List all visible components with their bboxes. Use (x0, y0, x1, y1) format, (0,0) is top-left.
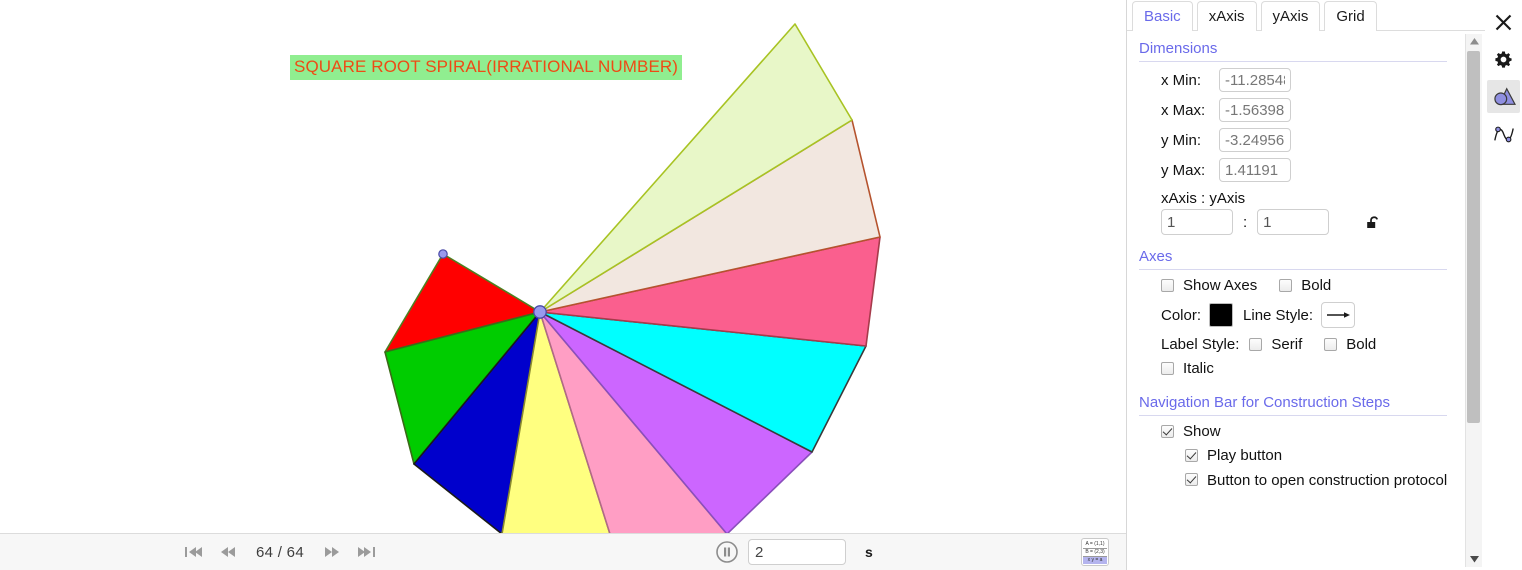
right-icon-toolbar (1485, 0, 1522, 570)
settings-panel-body: Dimensions x Min: x Max: y Min: y Max: (1127, 31, 1485, 570)
animation-duration-input[interactable] (747, 539, 846, 565)
spiral-outer-point[interactable] (438, 249, 448, 259)
scrollbar-track[interactable] (1466, 49, 1482, 552)
unlock-icon[interactable] (1365, 214, 1382, 231)
graphics-view-icon[interactable] (1487, 80, 1520, 113)
next-step-icon[interactable] (319, 539, 345, 565)
label-style-label: Label Style: (1161, 336, 1240, 353)
last-step-icon[interactable] (354, 539, 380, 565)
spiral-title-label[interactable]: SQUARE ROOT SPIRAL(IRRATIONAL NUMBER) (290, 55, 683, 80)
cp-line-3: x y = a (1083, 556, 1107, 564)
nav-play-button-label: Play button (1207, 447, 1283, 464)
serif-checkbox[interactable] (1249, 338, 1263, 351)
label-bold-label: Bold (1346, 336, 1377, 353)
construction-navigation-bar: 64 / 64 s (0, 533, 1126, 570)
x-min-input[interactable] (1219, 68, 1291, 92)
gear-icon[interactable] (1487, 43, 1520, 76)
construction-protocol-button[interactable]: A = (1,1) B = (2,3) x y = a (1081, 538, 1109, 566)
tab-yaxis[interactable]: yAxis (1260, 1, 1321, 31)
row-label-style: Label Style: Serif Bold (1161, 336, 1465, 353)
field-y-max: y Max: (1161, 158, 1465, 182)
graphics-settings-panel: Basic xAxis yAxis Grid Dimensions x Min:… (1127, 0, 1485, 570)
label-bold-checkbox[interactable] (1324, 338, 1338, 351)
step-counter: 64 / 64 (256, 543, 304, 561)
italic-label: Italic (1183, 360, 1214, 377)
x-max-label: x Max: (1161, 101, 1206, 119)
nav-play-button-checkbox[interactable] (1185, 449, 1198, 462)
playback-controls: s (715, 539, 873, 565)
axis-color-label: Color: (1161, 306, 1202, 324)
pause-button[interactable] (715, 540, 739, 564)
ratio-y-input[interactable] (1257, 209, 1330, 235)
row-axis-color: Color: Line Style: (1161, 302, 1465, 328)
ratio-separator: : (1243, 213, 1248, 231)
cp-line-1: A = (1,1) (1083, 541, 1107, 549)
show-axes-checkbox[interactable] (1161, 279, 1174, 292)
field-y-min: y Min: (1161, 128, 1465, 152)
section-heading-dimensions: Dimensions (1139, 35, 1447, 62)
tab-basic[interactable]: Basic (1132, 1, 1193, 31)
italic-checkbox[interactable] (1161, 362, 1174, 375)
y-min-input[interactable] (1219, 128, 1291, 152)
y-max-input[interactable] (1219, 158, 1291, 182)
x-min-label: x Min: (1161, 71, 1202, 89)
row-nav-play-button: Play button (1185, 447, 1465, 464)
settings-scrollbar[interactable] (1465, 34, 1482, 567)
field-x-max: x Max: (1161, 98, 1465, 122)
axis-ratio-caption: xAxis : yAxis (1161, 190, 1246, 207)
tab-xaxis[interactable]: xAxis (1196, 1, 1257, 31)
close-icon[interactable] (1487, 6, 1520, 39)
serif-label: Serif (1271, 336, 1303, 353)
ratio-x-input[interactable] (1161, 209, 1233, 235)
row-show-axes: Show Axes Bold (1161, 277, 1465, 294)
cp-line-2: B = (2,3) (1083, 549, 1107, 557)
spiral-center-point[interactable] (533, 305, 547, 319)
navigation-step-controls: 64 / 64 (180, 539, 380, 565)
y-max-label: y Max: (1161, 161, 1206, 179)
nav-protocol-button-label: Button to open construction protocol (1207, 472, 1448, 489)
x-max-input[interactable] (1219, 98, 1291, 122)
scrollbar-thumb[interactable] (1466, 51, 1480, 424)
scroll-down-icon[interactable] (1467, 552, 1482, 567)
geogebra-app-window: SQUARE ROOT SPIRAL(IRRATIONAL NUMBER) 64… (0, 0, 1522, 570)
tab-grid[interactable]: Grid (1324, 1, 1377, 31)
function-graph-icon[interactable] (1487, 117, 1520, 150)
row-italic: Italic (1161, 360, 1465, 377)
nav-show-label: Show (1183, 423, 1221, 440)
previous-step-icon[interactable] (215, 539, 241, 565)
axes-bold-checkbox[interactable] (1279, 279, 1293, 292)
first-step-icon[interactable] (180, 539, 206, 565)
nav-show-checkbox[interactable] (1161, 425, 1174, 438)
section-heading-navigation-bar: Navigation Bar for Construction Steps (1139, 389, 1447, 416)
nav-protocol-button-checkbox[interactable] (1185, 473, 1198, 486)
show-axes-label: Show Axes (1183, 277, 1258, 294)
field-x-min: x Min: (1161, 68, 1465, 92)
graphics-view[interactable]: SQUARE ROOT SPIRAL(IRRATIONAL NUMBER) 64… (0, 0, 1127, 570)
y-min-label: y Min: (1161, 131, 1202, 149)
section-heading-axes: Axes (1139, 243, 1447, 270)
axes-bold-label: Bold (1301, 277, 1332, 294)
settings-tabbar: Basic xAxis yAxis Grid (1127, 0, 1485, 31)
axis-ratio-row: : (1161, 209, 1465, 235)
axis-color-swatch[interactable] (1209, 303, 1234, 327)
row-nav-show: Show (1161, 423, 1465, 440)
row-nav-protocol-button: Button to open construction protocol (1185, 471, 1465, 490)
duration-unit-label: s (864, 544, 873, 560)
scroll-up-icon[interactable] (1467, 34, 1482, 49)
line-style-label: Line Style: (1243, 306, 1314, 324)
line-style-button[interactable] (1321, 302, 1356, 328)
settings-scroll-content: Dimensions x Min: x Max: y Min: y Max: (1127, 31, 1465, 570)
